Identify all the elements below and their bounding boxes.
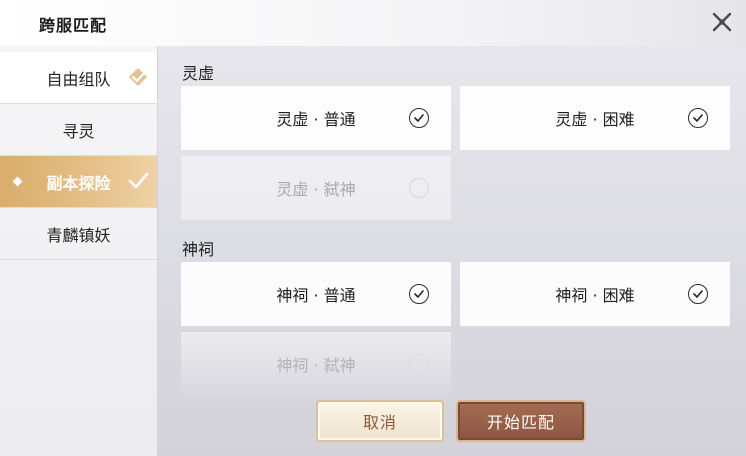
cancel-button[interactable]: 取消 <box>316 400 444 442</box>
check-circle-icon[interactable] <box>688 284 708 304</box>
sidebar-item-label: 副本探险 <box>46 173 111 193</box>
check-icon <box>127 170 149 192</box>
option-label: 灵虚 · 困难 <box>555 110 635 129</box>
sidebar-item-seek-spirit[interactable]: 寻灵 <box>0 104 157 156</box>
sidebar-item-qinglin[interactable]: 青麟镇妖 <box>0 208 157 260</box>
pencil-check-icon <box>127 66 149 88</box>
selected-diamond-icon <box>12 176 23 187</box>
option-card[interactable]: 灵虚 · 普通 <box>181 86 451 150</box>
option-card-disabled: 神祠 · 弑神 <box>181 332 451 396</box>
option-card[interactable]: 神祠 · 普通 <box>181 262 451 326</box>
title-bar: 跨服匹配 <box>0 0 746 46</box>
sidebar-item-label: 自由组队 <box>46 69 111 89</box>
check-circle-icon[interactable] <box>688 108 708 128</box>
section-title: 神祠 <box>182 240 215 259</box>
start-match-button[interactable]: 开始匹配 <box>456 400 586 442</box>
option-card-disabled: 灵虚 · 弑神 <box>181 156 451 220</box>
option-label: 灵虚 · 普通 <box>276 110 356 129</box>
empty-circle-icon <box>409 354 429 374</box>
close-icon[interactable] <box>708 8 736 36</box>
check-circle-icon[interactable] <box>409 108 429 128</box>
sidebar: 自由组队 寻灵 副本探险 青麟镇妖 <box>0 46 158 456</box>
dialog-title: 跨服匹配 <box>39 16 108 35</box>
section-title: 灵虚 <box>182 64 215 83</box>
option-card[interactable]: 灵虚 · 困难 <box>460 86 730 150</box>
sidebar-item-label: 青麟镇妖 <box>46 225 111 245</box>
option-label: 神祠 · 困难 <box>555 286 635 305</box>
option-label: 灵虚 · 弑神 <box>276 180 356 199</box>
sidebar-item-dungeon[interactable]: 副本探险 <box>0 156 157 208</box>
sidebar-item-free-team[interactable]: 自由组队 <box>0 52 157 104</box>
option-label: 神祠 · 普通 <box>276 286 356 305</box>
empty-circle-icon <box>409 178 429 198</box>
option-card[interactable]: 神祠 · 困难 <box>460 262 730 326</box>
option-label: 神祠 · 弑神 <box>276 356 356 375</box>
check-circle-icon[interactable] <box>409 284 429 304</box>
sidebar-item-label: 寻灵 <box>62 121 95 141</box>
